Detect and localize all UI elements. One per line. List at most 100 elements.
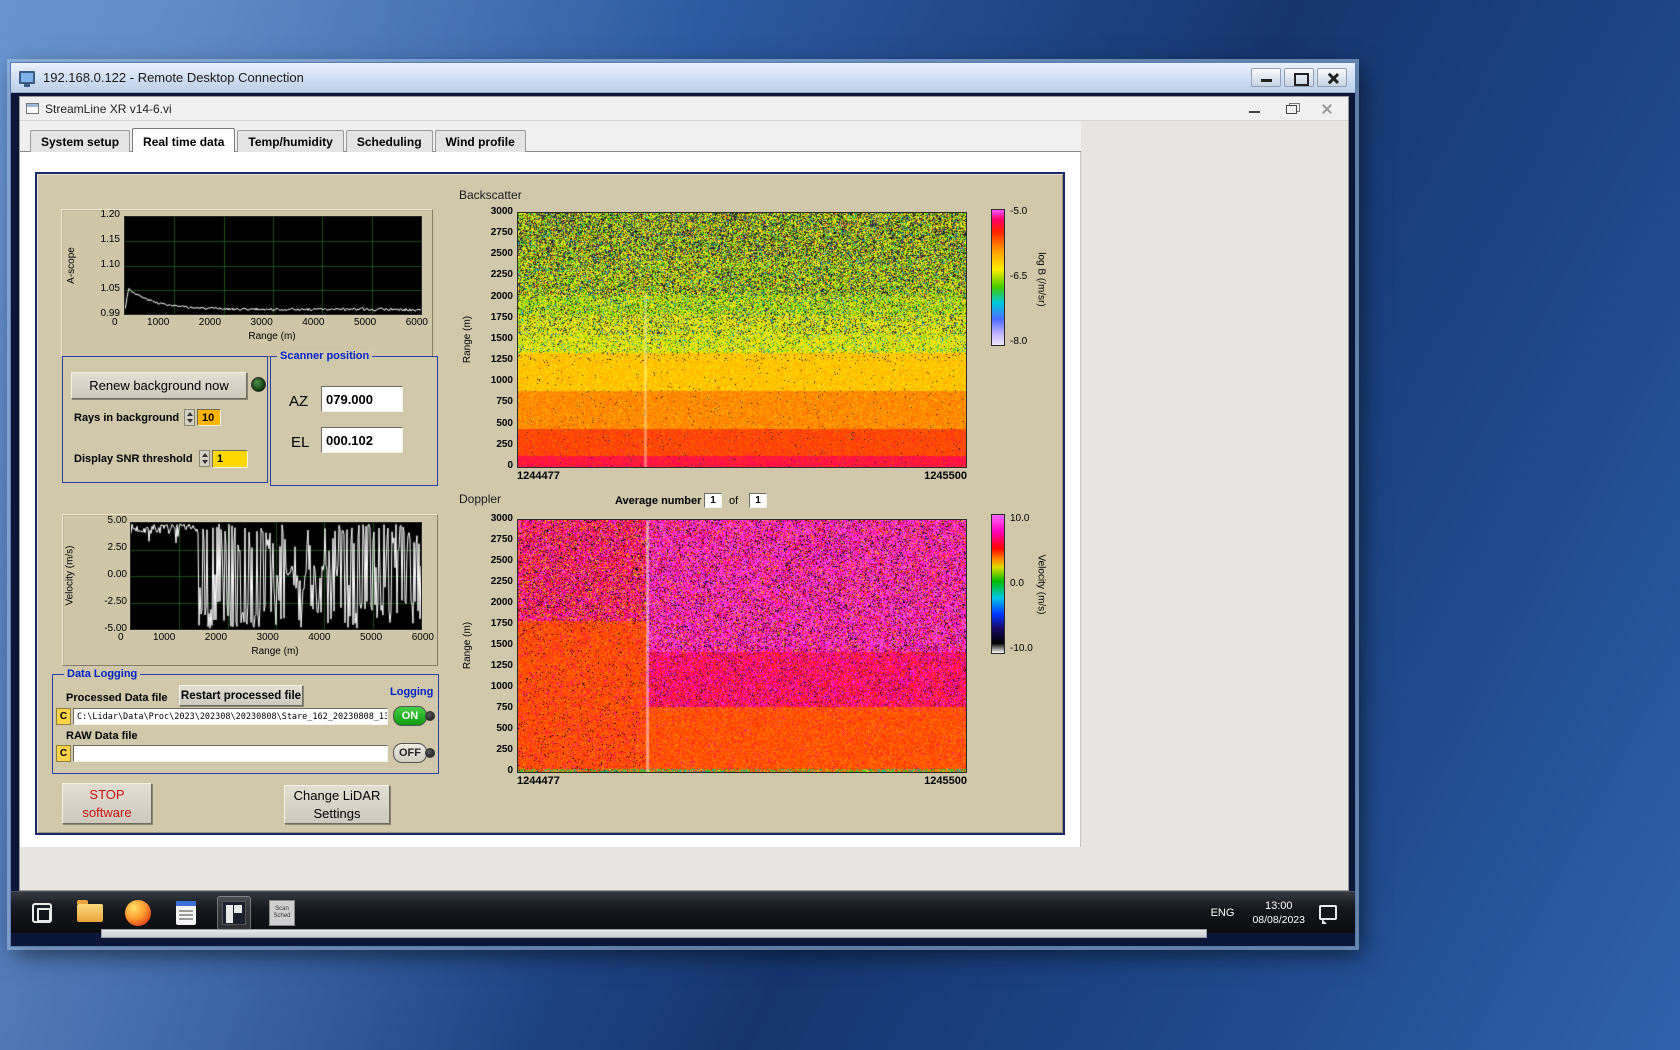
average-count-field[interactable]: 1 [749,493,767,508]
file-explorer-button[interactable] [73,896,107,930]
tick-label: 1500 [490,639,513,650]
raw-path-field[interactable] [73,745,388,762]
velocity-plot-canvas [130,522,422,630]
scan-caption-line2: Sched [273,912,291,919]
tick-label: -10.0 [1010,643,1033,654]
tick-label: 2500 [490,555,513,566]
tab-temp-humidity[interactable]: Temp/humidity [237,130,344,152]
clock[interactable]: 13:00 08/08/2023 [1252,899,1305,927]
tab-system-setup[interactable]: System setup [30,130,131,152]
velocity-x-axis: 0 1000 2000 3000 4000 5000 6000 [118,632,434,643]
tick-label: 3000 [256,632,279,643]
snr-stepper[interactable] [199,450,210,467]
tick-label: 0 [507,459,513,471]
rdp-window-controls [1251,68,1347,87]
average-of-label: of [729,495,739,507]
on-label: ON [401,710,419,722]
rdp-titlebar: 192.168.0.122 - Remote Desktop Connectio… [11,63,1355,93]
minimize-button[interactable] [1251,68,1281,87]
tick-label: 5000 [353,317,377,328]
increment-icon [186,412,193,416]
restart-processed-file-button[interactable]: Restart processed file [179,685,303,706]
tick-label: 2250 [490,576,513,587]
el-value-field[interactable]: 000.102 [321,427,403,453]
tick-label: 6000 [411,632,434,643]
app-window: StreamLine XR v14-6.vi System setup Real… [19,96,1349,891]
average-number-label: Average number [615,495,702,507]
task-view-button[interactable] [25,896,59,930]
close-button[interactable] [1317,68,1347,87]
tick-label: -6.5 [1010,271,1028,282]
maximize-button[interactable] [1284,68,1314,87]
tick-label: 1500 [490,332,513,344]
document-app-button[interactable] [169,896,203,930]
data-logging-title: Data Logging [64,668,141,680]
raw-logging-toggle[interactable]: OFF [393,743,435,763]
ascope-y-axis: 1.20 1.15 1.10 1.05 0.99 [78,210,120,319]
document-icon [176,900,196,925]
tick-label: -8.0 [1010,336,1028,347]
tick-label: 1.10 [100,258,120,270]
close-icon [1332,72,1334,85]
backscatter-title: Backscatter [459,188,522,202]
x-last-label: 1245500 [924,470,967,482]
stop-software-button[interactable]: STOP software [62,783,152,824]
tick-label: 1000 [490,375,513,387]
firefox-button[interactable] [121,896,155,930]
average-number-field[interactable]: 1 [704,493,722,508]
remote-desktop-icon [19,71,35,87]
streamline-app-button[interactable] [217,895,251,930]
tick-label: 1000 [153,632,176,643]
doppler-y-axis: 3000 2750 2500 2250 2000 1750 1500 1250 1000 750 5… [480,514,513,776]
x-first-label: 1244477 [517,470,560,482]
tick-label: 1000 [147,317,170,328]
tick-label: 750 [496,702,513,713]
decrement-icon [186,419,193,423]
rdp-horizontal-scrollbar[interactable] [101,929,1207,938]
tick-label: 1250 [490,660,513,671]
ascope-x-axis: 0 1000 2000 3000 4000 5000 6000 [112,317,428,328]
tab-real-time-data[interactable]: Real time data [132,128,236,152]
streamline-app-icon [222,900,246,925]
tab-wind-profile[interactable]: Wind profile [434,130,526,152]
tick-label: 2500 [490,248,513,260]
rays-value-field[interactable]: 10 [197,409,221,426]
toggle-pip-icon [425,748,435,758]
tick-label: 1.20 [100,209,120,220]
processed-logging-toggle[interactable]: ON [393,706,435,726]
tick-label: 10.0 [1010,513,1030,524]
tab-scheduling[interactable]: Scheduling [345,130,433,152]
app-restore-button[interactable] [1276,99,1306,118]
language-indicator[interactable]: ENG [1203,902,1243,924]
tick-label: 2750 [490,534,513,545]
processed-path-field[interactable]: C:\Lidar\Data\Proc\2023\202308\20230808\… [73,708,388,725]
tick-label: 2.50 [107,542,127,553]
tick-label: 3000 [250,317,273,328]
app-close-button[interactable] [1312,99,1342,118]
ascope-y-axis-title: A-scope [65,246,77,284]
velocity-graph-frame: 5.00 2.50 0.00 -2.50 -5.00 Velocity (m/s) 01… [62,514,438,666]
clock-time: 13:00 [1264,899,1293,912]
clock-date: 08/08/2023 [1252,913,1305,926]
tick-label: 1250 [490,354,513,366]
tick-label: 0 [112,317,118,328]
increment-icon [201,453,208,457]
tick-label: 2250 [490,269,513,281]
rays-stepper[interactable] [184,409,195,426]
snr-value-field[interactable]: 1 [212,450,248,468]
tick-label: 4000 [308,632,331,643]
processed-drive-box[interactable]: C [56,708,71,725]
az-value-field[interactable]: 079.000 [321,386,403,412]
change-button-line2: Settings [313,805,361,821]
raw-drive-box[interactable]: C [56,745,71,762]
app-minimize-button[interactable] [1240,99,1270,118]
tick-label: 0.0 [1010,578,1024,589]
renew-background-button[interactable]: Renew background now [71,372,247,399]
change-lidar-settings-button[interactable]: Change LiDAR Settings [284,785,390,824]
doppler-colorbar [991,514,1005,654]
scan-scheduler-button[interactable]: Scan Sched [265,896,299,930]
tick-label: 750 [496,396,513,408]
ascope-plot-canvas [124,216,422,315]
notification-center-icon[interactable] [1319,905,1337,924]
off-label: OFF [399,747,421,759]
